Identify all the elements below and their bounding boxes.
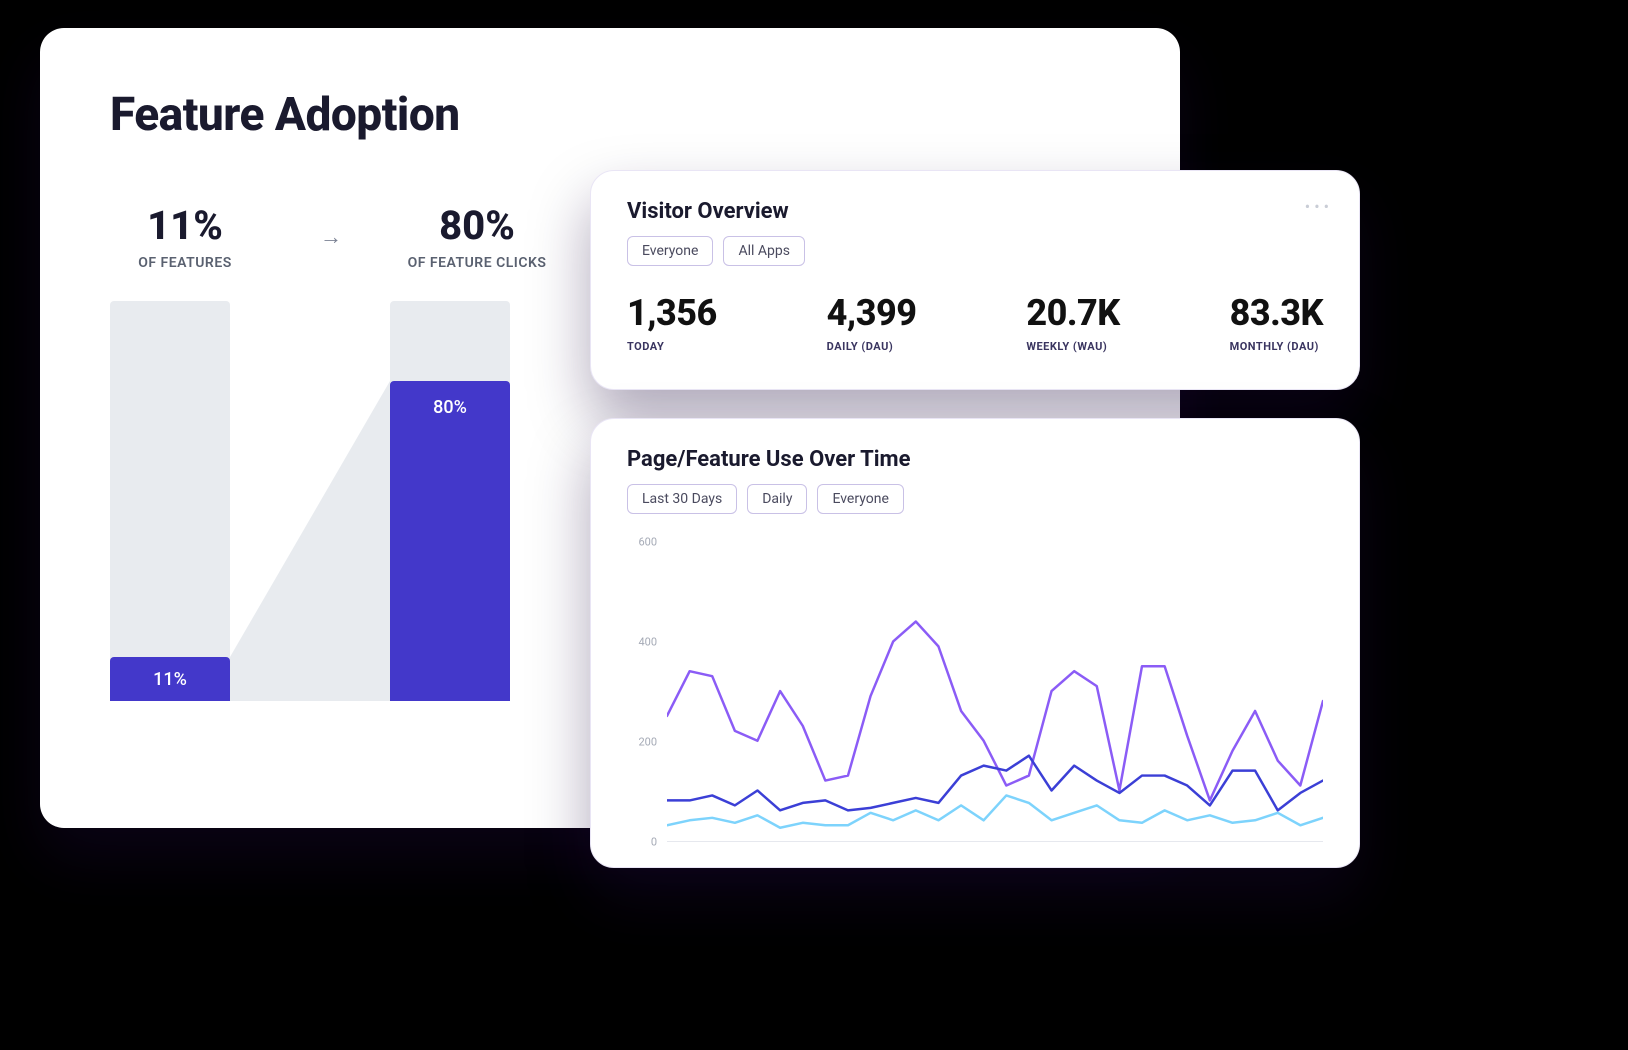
page-feature-filter-chips: Last 30 Days Daily Everyone bbox=[627, 484, 1323, 514]
y-tick: 0 bbox=[627, 836, 657, 849]
page-feature-card: Page/Feature Use Over Time Last 30 Days … bbox=[590, 418, 1360, 868]
feature-pct-right: 80% bbox=[402, 202, 552, 249]
metric-wau: 20.7K WEEKLY (WAU) bbox=[1026, 292, 1119, 353]
chart-series-line bbox=[667, 795, 1323, 827]
x-axis-line bbox=[667, 841, 1323, 842]
y-tick: 400 bbox=[627, 635, 657, 648]
feature-bar-left: 11% bbox=[110, 301, 230, 701]
metric-value: 1,356 bbox=[627, 292, 717, 334]
feature-adoption-left-stat: 11% OF FEATURES bbox=[110, 202, 260, 271]
chart-series-line bbox=[667, 622, 1323, 801]
metric-value: 20.7K bbox=[1026, 292, 1119, 334]
visitor-overview-card: Visitor Overview ••• Everyone All Apps 1… bbox=[590, 170, 1360, 390]
feature-bar-left-fill: 11% bbox=[110, 657, 230, 701]
metric-label: TODAY bbox=[627, 340, 717, 353]
feature-bar-right-fill: 80% bbox=[390, 381, 510, 701]
metric-today: 1,356 TODAY bbox=[627, 292, 717, 353]
y-tick: 600 bbox=[627, 536, 657, 549]
feature-bar-right: 80% bbox=[390, 301, 510, 701]
feature-label-left: OF FEATURES bbox=[110, 255, 260, 271]
feature-adoption-right-stat: 80% OF FEATURE CLICKS bbox=[402, 202, 552, 271]
metric-mau: 83.3K MONTHLY (DAU) bbox=[1230, 292, 1323, 353]
feature-adoption-title: Feature Adoption bbox=[110, 88, 1110, 142]
page-feature-title: Page/Feature Use Over Time bbox=[627, 447, 1323, 472]
segment-chip[interactable]: Everyone bbox=[817, 484, 903, 514]
metric-label: DAILY (DAU) bbox=[827, 340, 917, 353]
apps-chip[interactable]: All Apps bbox=[723, 236, 805, 266]
arrow-right-icon: → bbox=[320, 224, 342, 250]
more-options-icon[interactable]: ••• bbox=[1305, 197, 1333, 216]
metric-label: WEEKLY (WAU) bbox=[1026, 340, 1119, 353]
y-tick: 200 bbox=[627, 735, 657, 748]
visitor-overview-title: Visitor Overview bbox=[627, 199, 1323, 224]
granularity-chip[interactable]: Daily bbox=[747, 484, 807, 514]
feature-label-right: OF FEATURE CLICKS bbox=[402, 255, 552, 271]
funnel-connector bbox=[230, 301, 390, 701]
visitor-metrics: 1,356 TODAY 4,399 DAILY (DAU) 20.7K WEEK… bbox=[627, 292, 1323, 353]
line-chart-plot bbox=[667, 542, 1323, 840]
segment-chip[interactable]: Everyone bbox=[627, 236, 713, 266]
feature-bar-right-label: 80% bbox=[433, 397, 467, 418]
metric-dau: 4,399 DAILY (DAU) bbox=[827, 292, 917, 353]
line-chart-area: 600 400 200 0 bbox=[627, 542, 1323, 842]
feature-pct-left: 11% bbox=[110, 202, 260, 249]
metric-value: 4,399 bbox=[827, 292, 917, 334]
feature-bar-left-label: 11% bbox=[153, 669, 187, 690]
metric-label: MONTHLY (DAU) bbox=[1230, 340, 1323, 353]
visitor-filter-chips: Everyone All Apps bbox=[627, 236, 1323, 266]
metric-value: 83.3K bbox=[1230, 292, 1323, 334]
feature-adoption-bars: 11% 80% bbox=[110, 301, 550, 701]
range-chip[interactable]: Last 30 Days bbox=[627, 484, 737, 514]
